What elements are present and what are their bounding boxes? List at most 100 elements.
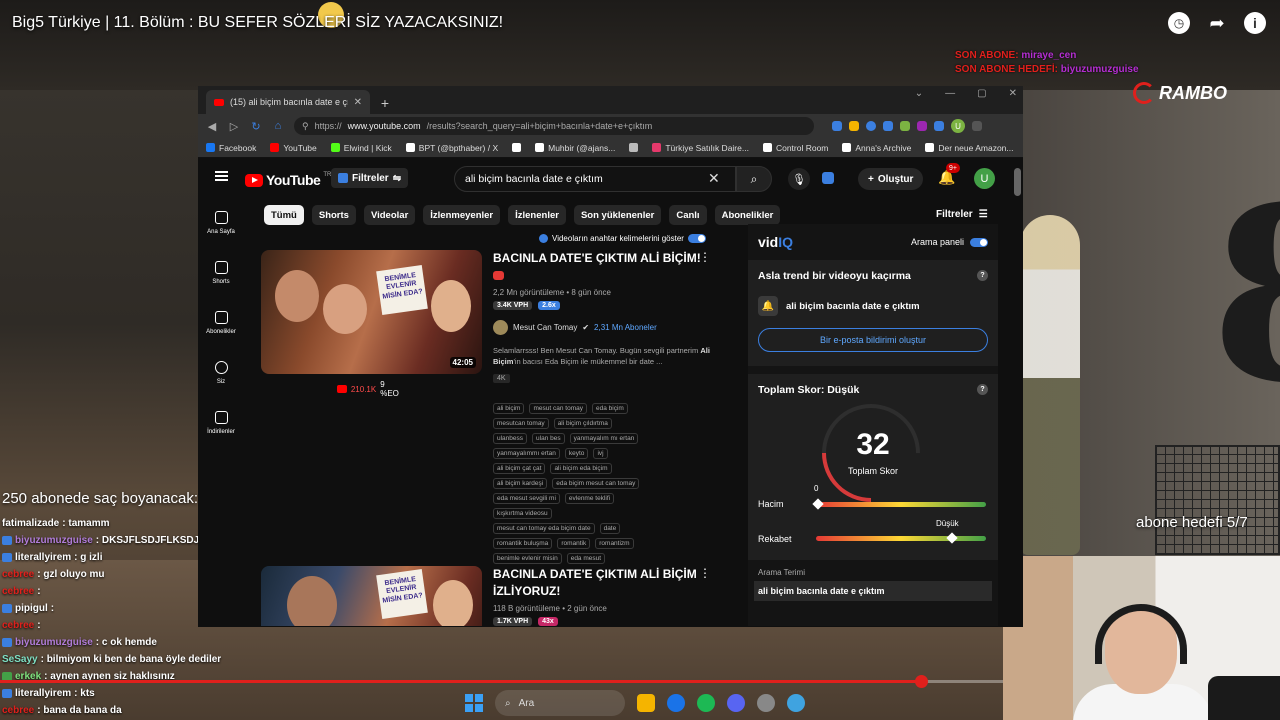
extension-icon[interactable] bbox=[866, 121, 876, 131]
discord-icon[interactable] bbox=[727, 694, 745, 712]
bookmark-item[interactable]: Anna's Archive bbox=[842, 143, 911, 153]
more-options-icon[interactable]: ⋮ bbox=[699, 250, 711, 264]
video-tag[interactable]: ivj bbox=[593, 448, 608, 459]
panel-toggle-switch[interactable] bbox=[970, 237, 988, 247]
create-button[interactable]: + Oluştur bbox=[858, 168, 924, 190]
chat-username[interactable]: literallyirem bbox=[15, 552, 71, 563]
chat-username[interactable]: biyuzumuzguise bbox=[15, 637, 93, 648]
more-options-icon[interactable]: ⋮ bbox=[699, 566, 711, 580]
video-title[interactable]: BACINLA DATE'E ÇIKTIM ALİ BİÇİM! bbox=[493, 250, 713, 284]
help-icon[interactable]: ? bbox=[977, 384, 988, 395]
player-progress-bar[interactable] bbox=[0, 675, 1003, 688]
sidebar-item[interactable]: Shorts bbox=[198, 248, 244, 298]
help-icon[interactable]: ? bbox=[977, 270, 988, 281]
globe-icon[interactable] bbox=[787, 694, 805, 712]
filter-chip[interactable]: Abonelikler bbox=[714, 205, 781, 225]
back-icon[interactable]: ◀ bbox=[206, 120, 218, 133]
chat-username[interactable]: pipigul bbox=[15, 603, 48, 614]
sidebar-item[interactable]: Siz bbox=[198, 348, 244, 398]
filter-chip[interactable]: Canlı bbox=[669, 205, 707, 225]
chat-username[interactable]: fatimalizade bbox=[2, 518, 59, 529]
omnibox[interactable]: ⚲ https://www.youtube.com/results?search… bbox=[294, 117, 814, 135]
channel-name[interactable]: Mesut Can Tomay bbox=[513, 323, 577, 332]
bookmark-item[interactable]: BPT (@bpthaber) / X bbox=[405, 143, 498, 153]
video-thumbnail[interactable]: BENİMLE EVLENİR MİSİN EDA? bbox=[261, 566, 482, 626]
chat-username[interactable]: cebree bbox=[2, 569, 34, 580]
share-icon[interactable]: ➦ bbox=[1206, 12, 1228, 34]
create-email-alert-button[interactable]: Bir e-posta bildirimi oluştur bbox=[758, 328, 988, 352]
video-tag[interactable]: mesut can tomay eda biçim date bbox=[493, 523, 595, 534]
keyword-toggle-switch[interactable] bbox=[687, 234, 706, 243]
file-explorer-icon[interactable] bbox=[637, 694, 655, 712]
video-tag[interactable]: ali biçim bbox=[493, 403, 525, 414]
video-tag[interactable]: romantizm bbox=[595, 538, 634, 549]
new-tab-button[interactable]: + bbox=[374, 92, 396, 114]
search-panel-toggle[interactable]: Arama paneli bbox=[911, 237, 988, 247]
video-tag[interactable]: ulan bes bbox=[532, 433, 565, 444]
video-title[interactable]: BACINLA DATE'E ÇIKTIM ALİ BİÇİM İZLİYORU… bbox=[493, 566, 713, 600]
bookmark-item[interactable]: Türkiye Satılık Daire... bbox=[652, 143, 749, 153]
filters-toggle[interactable]: Filtreler ☰ bbox=[936, 209, 988, 220]
video-tag[interactable]: mesut can tomay bbox=[529, 403, 587, 414]
video-tag[interactable]: kışkırtma videosu bbox=[493, 508, 552, 519]
video-tag[interactable]: eda biçim mesut can tomay bbox=[552, 478, 640, 489]
filter-chip[interactable]: İzlenmeyenler bbox=[423, 205, 501, 225]
video-tag[interactable]: ali biçim eda biçim bbox=[550, 463, 612, 474]
video-tag[interactable]: ulanbess bbox=[493, 433, 528, 444]
windows-start-icon[interactable] bbox=[465, 694, 483, 712]
maximize-icon[interactable]: ▢ bbox=[977, 88, 986, 99]
video-tag[interactable]: keyto bbox=[564, 448, 589, 459]
extension-icon[interactable] bbox=[917, 121, 927, 131]
site-info-icon[interactable]: ⚲ bbox=[302, 121, 309, 132]
extension-icon[interactable] bbox=[900, 121, 910, 131]
progress-scrubber[interactable] bbox=[914, 675, 928, 688]
video-tag[interactable]: eda mesut sevgili mi bbox=[493, 493, 560, 504]
video-tag[interactable]: eda biçim bbox=[591, 403, 628, 414]
channel-row[interactable]: Mesut Can Tomay ✔ 2,31 Mn Aboneler bbox=[493, 320, 713, 335]
obs-icon[interactable] bbox=[757, 694, 775, 712]
filter-chip[interactable]: Tümü bbox=[264, 205, 304, 225]
chat-username[interactable]: literallyirem bbox=[15, 688, 71, 699]
sidebar-item[interactable]: Abonelikler bbox=[198, 298, 244, 348]
bookmark-item[interactable]: Elwind | Kick bbox=[330, 143, 392, 153]
filter-chip[interactable]: İzlenenler bbox=[508, 205, 566, 225]
bookmark-item[interactable]: YouTube bbox=[270, 143, 317, 153]
bookmark-item[interactable]: Control Room bbox=[762, 143, 828, 153]
filter-chip[interactable]: Videolar bbox=[363, 205, 416, 225]
hamburger-menu-icon[interactable] bbox=[215, 171, 228, 181]
puzzle-icon[interactable] bbox=[883, 121, 893, 131]
close-tab-icon[interactable]: ✕ bbox=[354, 97, 362, 108]
spotify-icon[interactable] bbox=[697, 694, 715, 712]
bookmark-item[interactable] bbox=[629, 143, 639, 152]
video-tag[interactable]: ali biçim çıldırtma bbox=[553, 418, 612, 429]
menu-icon[interactable] bbox=[972, 121, 982, 131]
tab-search-icon[interactable]: ⌄ bbox=[915, 88, 923, 99]
chat-username[interactable]: SeSayy bbox=[2, 654, 38, 665]
chat-username[interactable]: biyuzumuzguise bbox=[15, 535, 93, 546]
extension-icon[interactable] bbox=[849, 121, 859, 131]
video-tag[interactable]: evlenme teklifi bbox=[564, 493, 615, 504]
chat-username[interactable]: cebree bbox=[2, 586, 34, 597]
video-tag[interactable]: ali biçim kardeşi bbox=[493, 478, 548, 489]
taskbar-search[interactable]: ⌕ Ara bbox=[495, 690, 625, 716]
sidebar-item[interactable]: İndirilenler bbox=[198, 398, 244, 448]
chat-username[interactable]: cebree bbox=[2, 620, 34, 631]
chat-username[interactable]: cebree bbox=[2, 705, 34, 716]
minimize-icon[interactable]: — bbox=[945, 88, 955, 99]
vidiq-toolbar-icon[interactable] bbox=[822, 172, 834, 184]
chrome-icon[interactable] bbox=[667, 694, 685, 712]
sidebar-item[interactable]: Ana Sayfa bbox=[198, 198, 244, 248]
profile-avatar[interactable]: U bbox=[951, 119, 965, 133]
bookmark-item[interactable]: Facebook bbox=[206, 143, 256, 153]
clear-search-icon[interactable]: ✕ bbox=[708, 170, 720, 187]
video-tag[interactable]: ali biçim çat çat bbox=[493, 463, 546, 474]
channel-avatar[interactable] bbox=[493, 320, 508, 335]
video-tag[interactable]: romantik buluşma bbox=[493, 538, 553, 549]
video-tag[interactable]: yanmayalımmı ertan bbox=[493, 448, 560, 459]
home-icon[interactable]: ⌂ bbox=[272, 120, 284, 132]
tab-youtube-results[interactable]: (15) ali biçim bacınla date e çıktım ✕ bbox=[206, 90, 370, 114]
filter-chip[interactable]: Shorts bbox=[311, 205, 356, 225]
reload-icon[interactable]: ↻ bbox=[250, 120, 262, 133]
sidepanel-icon[interactable] bbox=[934, 121, 944, 131]
info-icon[interactable]: i bbox=[1244, 12, 1266, 34]
